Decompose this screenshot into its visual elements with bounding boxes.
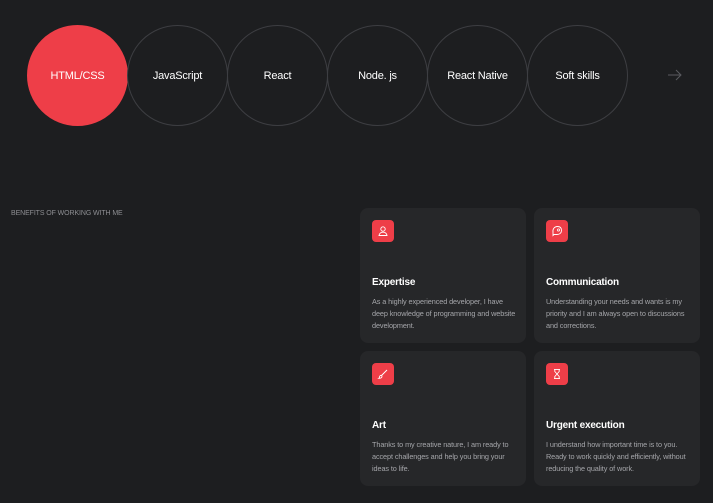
card-title: Urgent execution [546,420,625,431]
card-title: Communication [546,277,619,288]
section-label: BENEFITS OF WORKING WITH ME [11,210,123,217]
benefit-card-expertise: Expertise As a highly experienced develo… [360,208,526,343]
user-icon [372,220,394,242]
page: HTML/CSS JavaScript React Node. js React… [0,0,713,503]
skill-nodejs[interactable]: Node. js [327,25,428,126]
card-description: I understand how important time is to yo… [546,440,686,473]
benefit-card-art: Art Thanks to my creative nature, I am r… [360,351,526,486]
hourglass-icon [546,363,568,385]
skill-label: Node. js [358,69,397,82]
arrow-right-icon[interactable] [666,63,684,87]
card-description: Thanks to my creative nature, I am ready… [372,440,509,473]
skill-html-css[interactable]: HTML/CSS [27,25,128,126]
brush-icon [372,363,394,385]
skills-carousel: HTML/CSS JavaScript React Node. js React… [27,25,707,126]
card-description: Understanding your needs and wants is my… [546,297,685,330]
skill-react[interactable]: React [227,25,328,126]
skill-label: React [263,69,292,82]
skill-react-native[interactable]: React Native [427,25,528,126]
benefit-card-communication: Communication Understanding your needs a… [534,208,700,343]
card-title: Expertise [372,277,416,288]
card-title: Art [372,420,386,431]
skill-label: React Native [447,69,508,82]
skill-label: Soft skills [555,69,600,82]
benefit-card-urgent-execution: Urgent execution I understand how import… [534,351,700,486]
skill-soft-skills[interactable]: Soft skills [527,25,628,126]
skill-label: HTML/CSS [50,69,105,82]
card-description: As a highly experienced developer, I hav… [372,297,516,330]
chat-icon [546,220,568,242]
skill-label: JavaScript [152,69,203,82]
skill-javascript[interactable]: JavaScript [127,25,228,126]
